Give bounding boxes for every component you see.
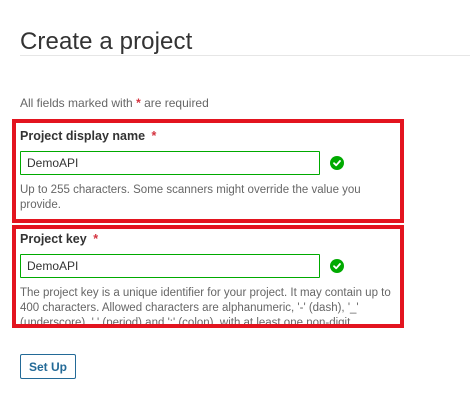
project-key-input-row xyxy=(20,254,412,278)
project-key-help: The project key is a unique identifier f… xyxy=(20,287,391,324)
project-display-name-label: Project display name * xyxy=(20,129,390,143)
project-key-input[interactable] xyxy=(20,254,320,278)
check-circle-icon xyxy=(330,259,344,273)
project-display-name-input[interactable] xyxy=(20,151,320,175)
required-asterisk: * xyxy=(151,129,157,143)
required-asterisk: * xyxy=(93,232,99,246)
project-display-name-help: Up to 255 characters. Some scanners migh… xyxy=(20,184,361,211)
project-display-name-label-text: Project display name xyxy=(20,129,146,143)
required-note-suffix: are required xyxy=(144,96,209,110)
required-asterisk: * xyxy=(136,96,141,110)
required-fields-note: All fields marked with * are required xyxy=(20,96,209,110)
page-title: Create a project xyxy=(20,28,193,56)
project-key-label-text: Project key xyxy=(20,232,87,246)
title-divider xyxy=(20,55,470,56)
set-up-button[interactable]: Set Up xyxy=(20,354,77,379)
project-key-field: Project key * The project key is a uniqu… xyxy=(20,232,412,324)
project-key-label: Project key * xyxy=(20,232,412,246)
project-display-name-field: Project display name * Up to 255 charact… xyxy=(20,129,390,213)
check-circle-icon xyxy=(330,156,344,170)
required-note-prefix: All fields marked with xyxy=(20,96,133,110)
project-display-name-input-row xyxy=(20,151,390,175)
